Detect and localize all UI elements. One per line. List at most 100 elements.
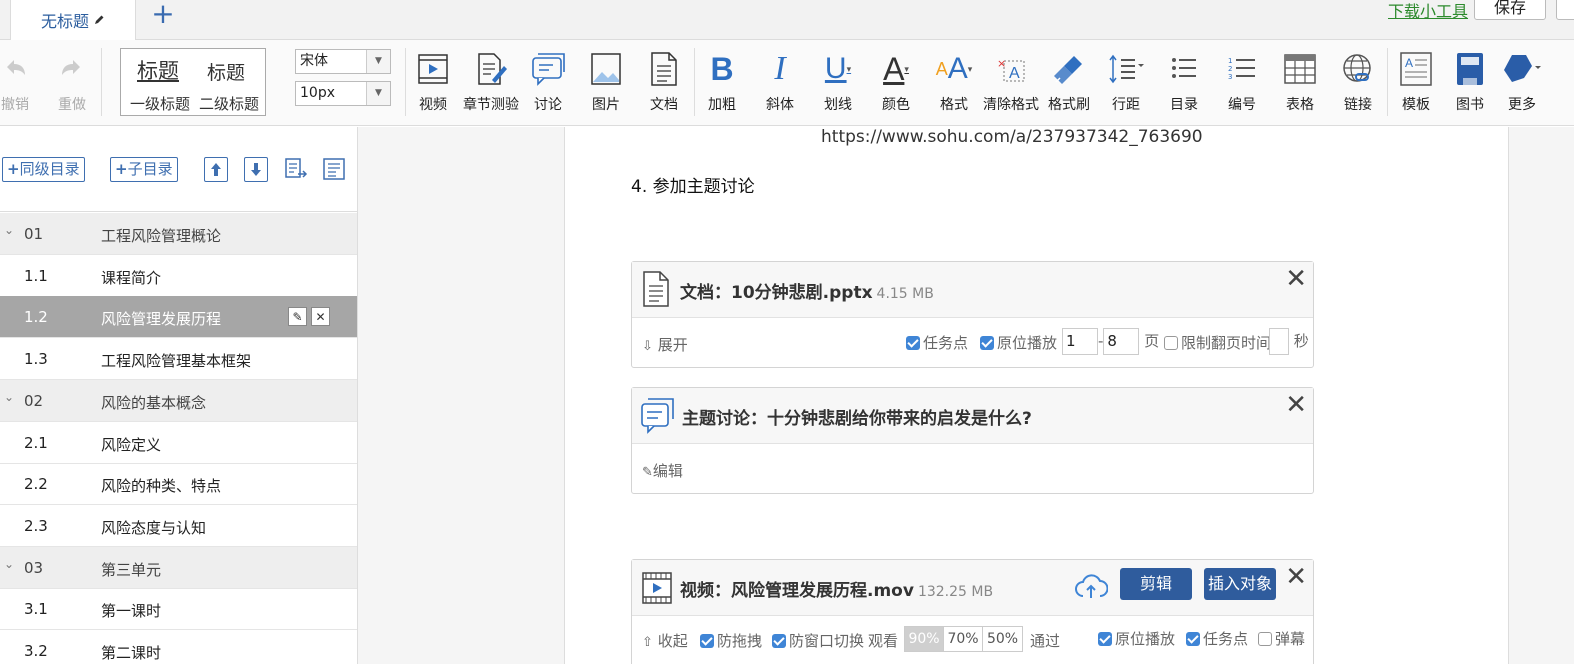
close-icon[interactable]: ✕ xyxy=(1285,266,1307,292)
topic-discussion-card: 主题讨论：十分钟悲剧给你带来的启发是什么? ✕ ✎编辑 xyxy=(631,387,1314,494)
format-painter-button[interactable]: 格式刷 xyxy=(1046,46,1092,118)
anti-drag-checkbox[interactable]: 防拖拽 xyxy=(700,630,762,651)
checkbox-checked-icon xyxy=(1098,632,1112,646)
insert-video-button[interactable]: 视频 xyxy=(416,46,450,118)
anti-switch-label: 防窗口切换 xyxy=(789,632,865,650)
outline-section-row[interactable]: 1.2 风险管理发展历程 ✎ ✕ xyxy=(0,296,357,339)
add-sibling-label: 同级目录 xyxy=(19,160,80,178)
numbering-button[interactable]: 123 编号 xyxy=(1224,46,1260,118)
outline-section-row[interactable]: 2.2 风险的种类、特点 xyxy=(0,463,357,506)
outline-section-row[interactable]: 3.2 第二课时 xyxy=(0,630,357,664)
underline-button[interactable]: U ▾ 划线 xyxy=(818,46,858,118)
outline-chapter-row[interactable]: ⌄ 03 第三单元 xyxy=(0,546,357,589)
insert-discussion-button[interactable]: 讨论 xyxy=(530,46,566,118)
collapse-toggle[interactable]: ⇧ 收起 xyxy=(642,630,688,651)
expand-toggle[interactable]: ⇩ 展开 xyxy=(642,334,688,355)
clear-format-button[interactable]: × A 清除格式 xyxy=(982,46,1040,118)
outline-section-row[interactable]: 1.1 课程简介 xyxy=(0,255,357,297)
import-button[interactable] xyxy=(284,157,308,185)
chevron-down-icon[interactable]: ⌄ xyxy=(4,223,14,237)
add-tab-button[interactable]: + xyxy=(150,0,176,28)
outline-section-row[interactable]: 2.1 风险定义 xyxy=(0,422,357,464)
expand-label: 展开 xyxy=(657,336,688,354)
pct-option[interactable]: 90% xyxy=(905,627,944,651)
toc-button[interactable]: 目录 xyxy=(1166,46,1202,118)
link-globe-icon xyxy=(1343,54,1371,82)
toolbar-divider xyxy=(405,48,406,116)
outline-section-row[interactable]: 2.3 风险态度与认知 xyxy=(0,505,357,547)
chevron-down-icon[interactable]: ⌄ xyxy=(4,557,14,571)
outline-chapter-row[interactable]: ⌄ 01 工程风险管理概论 xyxy=(0,213,357,255)
heading1-button[interactable]: 标题 xyxy=(137,55,179,85)
checkbox-checked-icon xyxy=(772,634,786,648)
tab-untitled[interactable]: 无标题 xyxy=(10,0,136,40)
heading1-label: 一级标题 xyxy=(130,95,191,113)
link-button[interactable]: 链接 xyxy=(1338,46,1378,118)
italic-button[interactable]: I 斜体 xyxy=(762,46,798,118)
delete-icon[interactable]: ✕ xyxy=(311,307,330,327)
book-button[interactable]: 图书 xyxy=(1452,46,1488,118)
pct-option[interactable]: 70% xyxy=(944,627,983,651)
close-icon[interactable]: ✕ xyxy=(1285,392,1307,418)
download-tool-link[interactable]: 下载小工具 xyxy=(1388,0,1468,22)
clip-button[interactable]: 剪辑 xyxy=(1120,568,1192,600)
bold-button[interactable]: B 加粗 xyxy=(704,46,740,118)
inplace-play-checkbox[interactable]: 原位播放 xyxy=(1098,628,1175,649)
seconds-label: 秒 xyxy=(1293,332,1309,350)
move-up-button[interactable] xyxy=(204,157,228,182)
save-button[interactable]: 保存 xyxy=(1474,0,1546,20)
edit-link[interactable]: ✎编辑 xyxy=(642,460,683,481)
text-color-button[interactable]: A ▾ 颜色 xyxy=(876,46,916,118)
template-label: 模板 xyxy=(1402,97,1430,113)
heading2-button[interactable]: 标题 xyxy=(207,58,245,85)
inplace-play-checkbox[interactable]: 原位播放 xyxy=(980,332,1057,353)
insert-document-button[interactable]: 文档 xyxy=(646,46,682,118)
overflow-button[interactable] xyxy=(1556,0,1574,20)
edit-icon[interactable]: ✎ xyxy=(288,307,307,327)
limit-time-checkbox[interactable]: 限制翻页时间 xyxy=(1164,332,1271,353)
anti-switch-checkbox[interactable]: 防窗口切换 xyxy=(772,630,864,651)
format-button[interactable]: A A ▾ 格式 xyxy=(932,46,976,118)
card-header: 主题讨论：十分钟悲剧给你带来的启发是什么? ✕ xyxy=(632,388,1313,444)
page-to-input[interactable]: 8 xyxy=(1103,328,1140,355)
pencil-icon xyxy=(95,15,104,24)
table-button[interactable]: 表格 xyxy=(1282,46,1318,118)
font-family-select[interactable]: 宋体 ▼ xyxy=(295,49,391,74)
danmaku-checkbox[interactable]: 弹幕 xyxy=(1258,628,1305,649)
page-from-input[interactable]: 1 xyxy=(1062,328,1098,355)
task-point-checkbox[interactable]: 任务点 xyxy=(1186,628,1248,649)
pass-label: 通过 xyxy=(1030,632,1061,650)
card-title: 文档：10分钟悲剧.pptx 4.15 MB xyxy=(680,278,934,303)
close-icon[interactable]: ✕ xyxy=(1285,564,1307,590)
clear-format-icon: ×A xyxy=(997,57,1025,82)
outline-settings-button[interactable] xyxy=(322,157,346,185)
line-spacing-button[interactable]: 行距 xyxy=(1106,46,1146,118)
seconds-input[interactable] xyxy=(1269,328,1289,355)
template-button[interactable]: A 模板 xyxy=(1398,46,1434,118)
format-icon: A A ▾ xyxy=(935,52,973,85)
document-page[interactable]: https://www.sohu.com/a/237937342_763690 … xyxy=(564,127,1509,664)
cloud-upload-icon[interactable] xyxy=(1074,572,1108,600)
outline-chapter-row[interactable]: ⌄ 02 风险的基本概念 xyxy=(0,379,357,422)
limit-time-label: 限制翻页时间 xyxy=(1181,334,1272,352)
heading2-label: 二级标题 xyxy=(199,95,260,113)
chapter-quiz-button[interactable]: 章节测验 xyxy=(460,46,522,118)
outline-title: 风险管理发展历程 xyxy=(101,310,222,329)
pct-option[interactable]: 50% xyxy=(983,627,1022,651)
page-range: 1-8 页 xyxy=(1062,328,1159,355)
redo-button[interactable]: 重做 xyxy=(56,46,88,118)
outline-section-row[interactable]: 3.1 第一课时 xyxy=(0,588,357,631)
move-down-button[interactable] xyxy=(244,157,268,182)
outline-section-row[interactable]: 1.3 工程风险管理基本框架 xyxy=(0,338,357,381)
insert-object-button[interactable]: 插入对象 xyxy=(1204,568,1276,600)
more-button[interactable]: 更多 xyxy=(1500,46,1544,118)
font-size-select[interactable]: 10px ▼ xyxy=(295,81,391,106)
outline-title: 风险定义 xyxy=(101,435,162,454)
add-sibling-button[interactable]: +同级目录 xyxy=(2,157,85,182)
undo-button[interactable]: 撤销 xyxy=(0,46,30,118)
chevron-down-icon[interactable]: ⌄ xyxy=(4,390,14,404)
add-child-button[interactable]: +子目录 xyxy=(110,157,178,182)
more-label: 更多 xyxy=(1508,97,1536,113)
insert-image-button[interactable]: 图片 xyxy=(588,46,624,118)
task-point-checkbox[interactable]: 任务点 xyxy=(906,332,968,353)
